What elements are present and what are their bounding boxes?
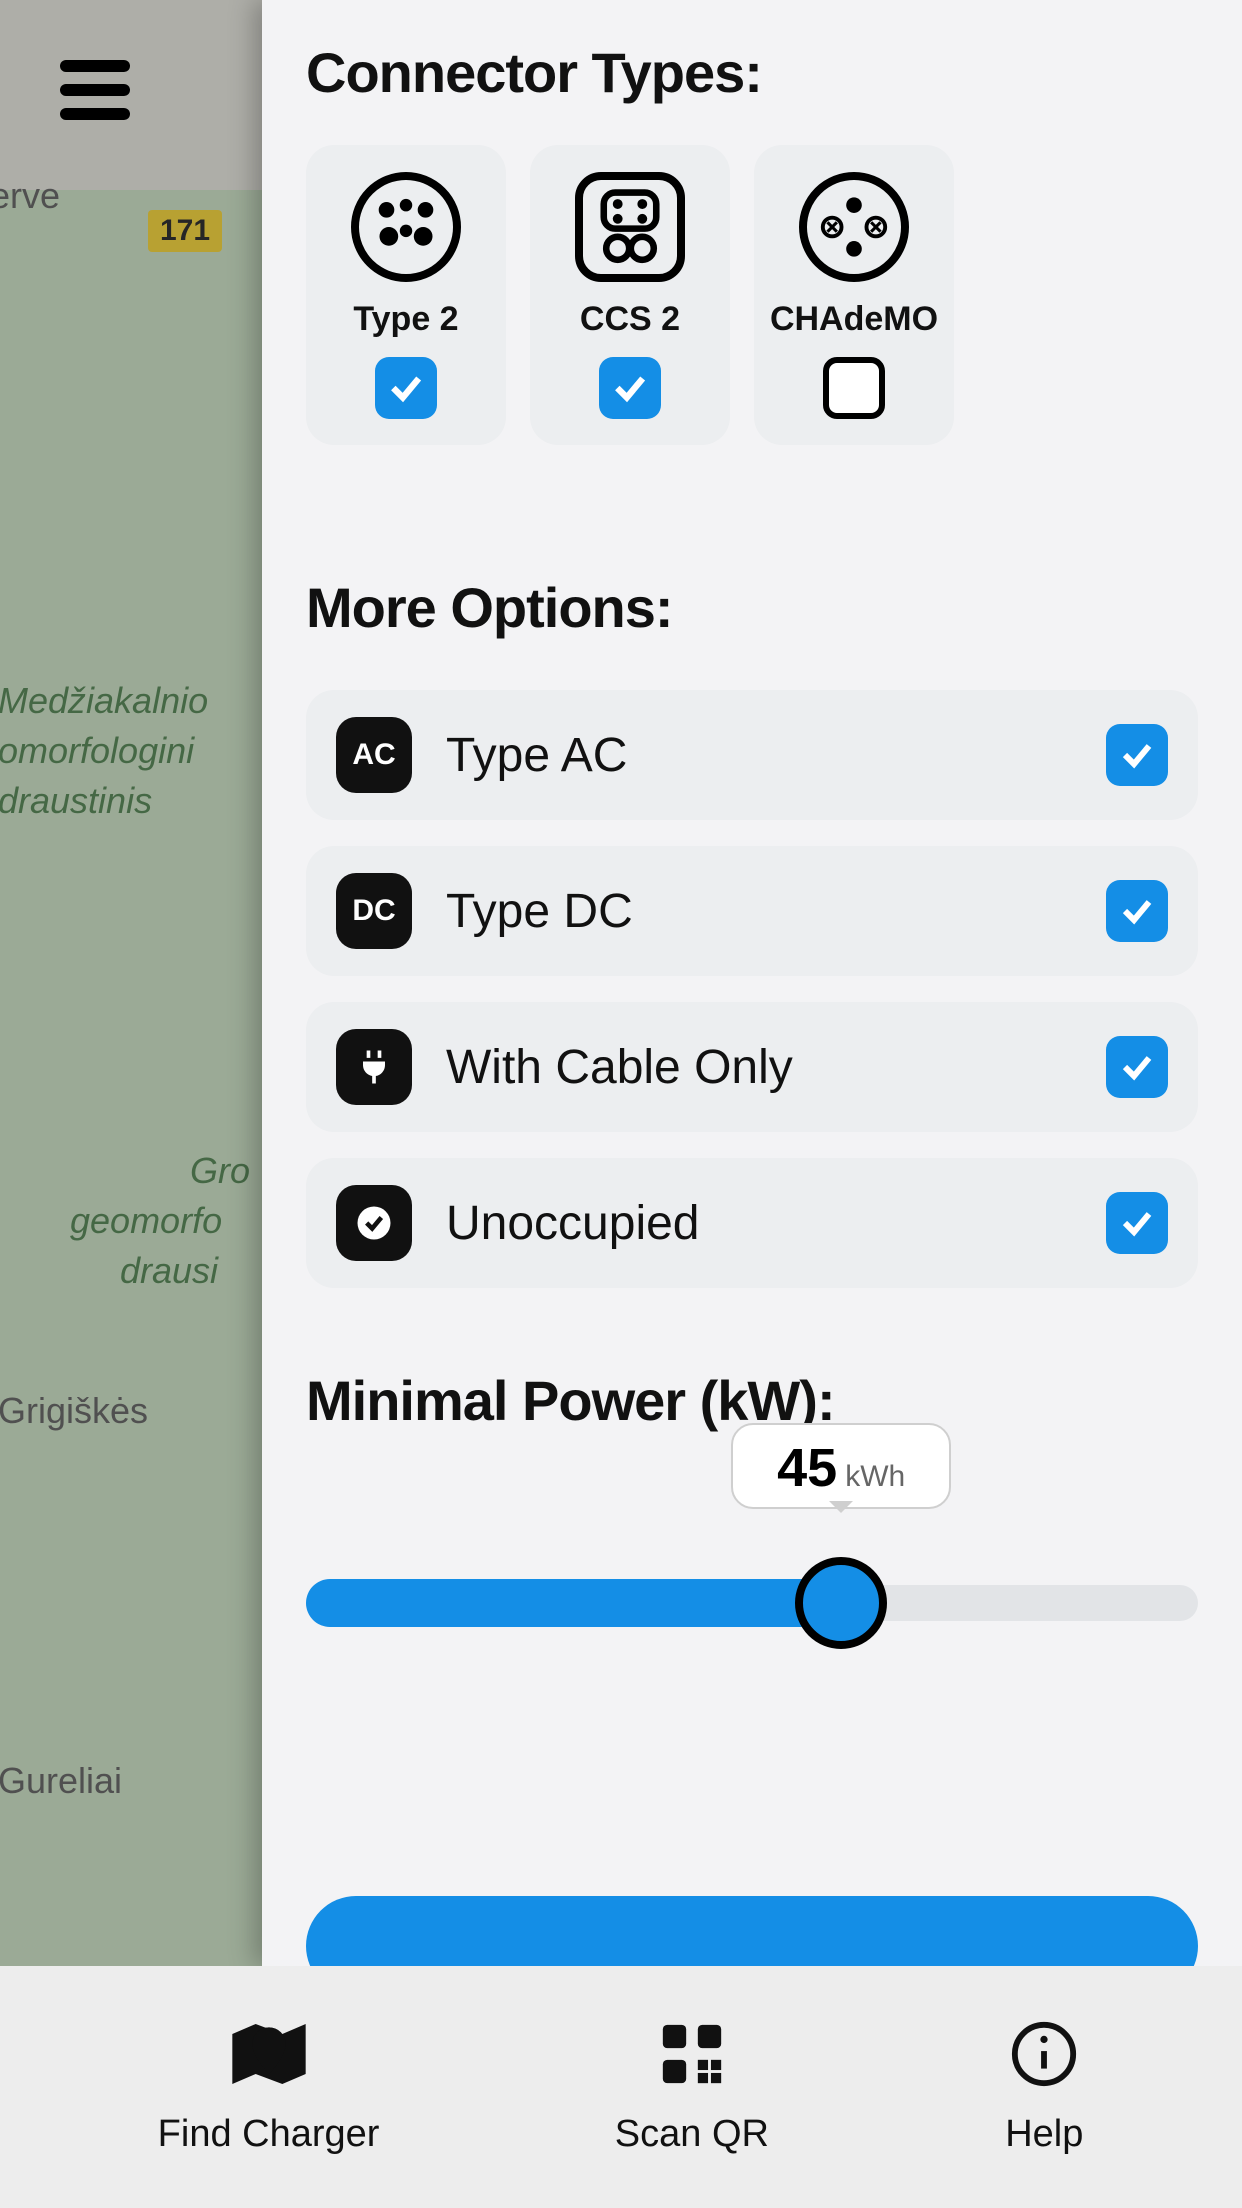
ac-icon: AC — [336, 717, 412, 793]
chademo-icon — [799, 172, 909, 282]
map-pin-icon — [229, 2019, 309, 2089]
option-checkbox[interactable] — [1106, 1036, 1168, 1098]
slider-value: 45 — [777, 1425, 837, 1511]
option-label: With Cable Only — [446, 1040, 1072, 1095]
nav-label: Help — [1005, 2113, 1083, 2156]
power-slider[interactable]: 45 kWh — [306, 1543, 1198, 1663]
slider-unit: kWh — [845, 1460, 905, 1494]
ccs2-icon — [575, 172, 685, 282]
connector-label: CHAdeMO — [770, 300, 938, 339]
option-label: Type AC — [446, 728, 1072, 783]
connector-checkbox[interactable] — [823, 357, 885, 419]
connector-list: Type 2 CCS 2 CHAdeMO — [306, 145, 1198, 445]
nav-label: Find Charger — [158, 2113, 380, 2156]
connector-chademo[interactable]: CHAdeMO — [754, 145, 954, 445]
connector-checkbox[interactable] — [375, 357, 437, 419]
menu-icon[interactable] — [60, 60, 130, 120]
bottom-nav: Find Charger Scan QR Help — [0, 1966, 1242, 2208]
option-type-dc[interactable]: DC Type DC — [306, 846, 1198, 976]
option-label: Unoccupied — [446, 1196, 1072, 1251]
nav-help[interactable]: Help — [1004, 2019, 1084, 2156]
connector-type2[interactable]: Type 2 — [306, 145, 506, 445]
connector-ccs2[interactable]: CCS 2 — [530, 145, 730, 445]
qr-icon — [652, 2019, 732, 2089]
plug-icon — [336, 1029, 412, 1105]
option-type-ac[interactable]: AC Type AC — [306, 690, 1198, 820]
option-checkbox[interactable] — [1106, 1192, 1168, 1254]
connector-label: Type 2 — [353, 300, 458, 339]
slider-fill — [306, 1579, 841, 1627]
option-checkbox[interactable] — [1106, 880, 1168, 942]
filter-panel: Connector Types: Type 2 CCS 2 — [262, 0, 1242, 1966]
nav-label: Scan QR — [615, 2113, 769, 2156]
slider-tooltip: 45 kWh — [731, 1423, 951, 1509]
connector-label: CCS 2 — [580, 300, 680, 339]
option-checkbox[interactable] — [1106, 724, 1168, 786]
options-list: AC Type AC DC Type DC With Cable Only Un… — [306, 690, 1198, 1288]
info-icon — [1004, 2019, 1084, 2089]
connector-checkbox[interactable] — [599, 357, 661, 419]
apply-button[interactable] — [306, 1896, 1198, 1966]
nav-scan-qr[interactable]: Scan QR — [615, 2019, 769, 2156]
option-label: Type DC — [446, 884, 1072, 939]
option-with-cable[interactable]: With Cable Only — [306, 1002, 1198, 1132]
check-circle-icon — [336, 1185, 412, 1261]
connector-types-heading: Connector Types: — [306, 40, 1198, 105]
type2-icon — [351, 172, 461, 282]
road-badge-171: 171 — [148, 210, 222, 252]
more-options-heading: More Options: — [306, 575, 1198, 640]
dc-icon: DC — [336, 873, 412, 949]
nav-find-charger[interactable]: Find Charger — [158, 2019, 380, 2156]
option-unoccupied[interactable]: Unoccupied — [306, 1158, 1198, 1288]
slider-thumb[interactable] — [795, 1557, 887, 1649]
